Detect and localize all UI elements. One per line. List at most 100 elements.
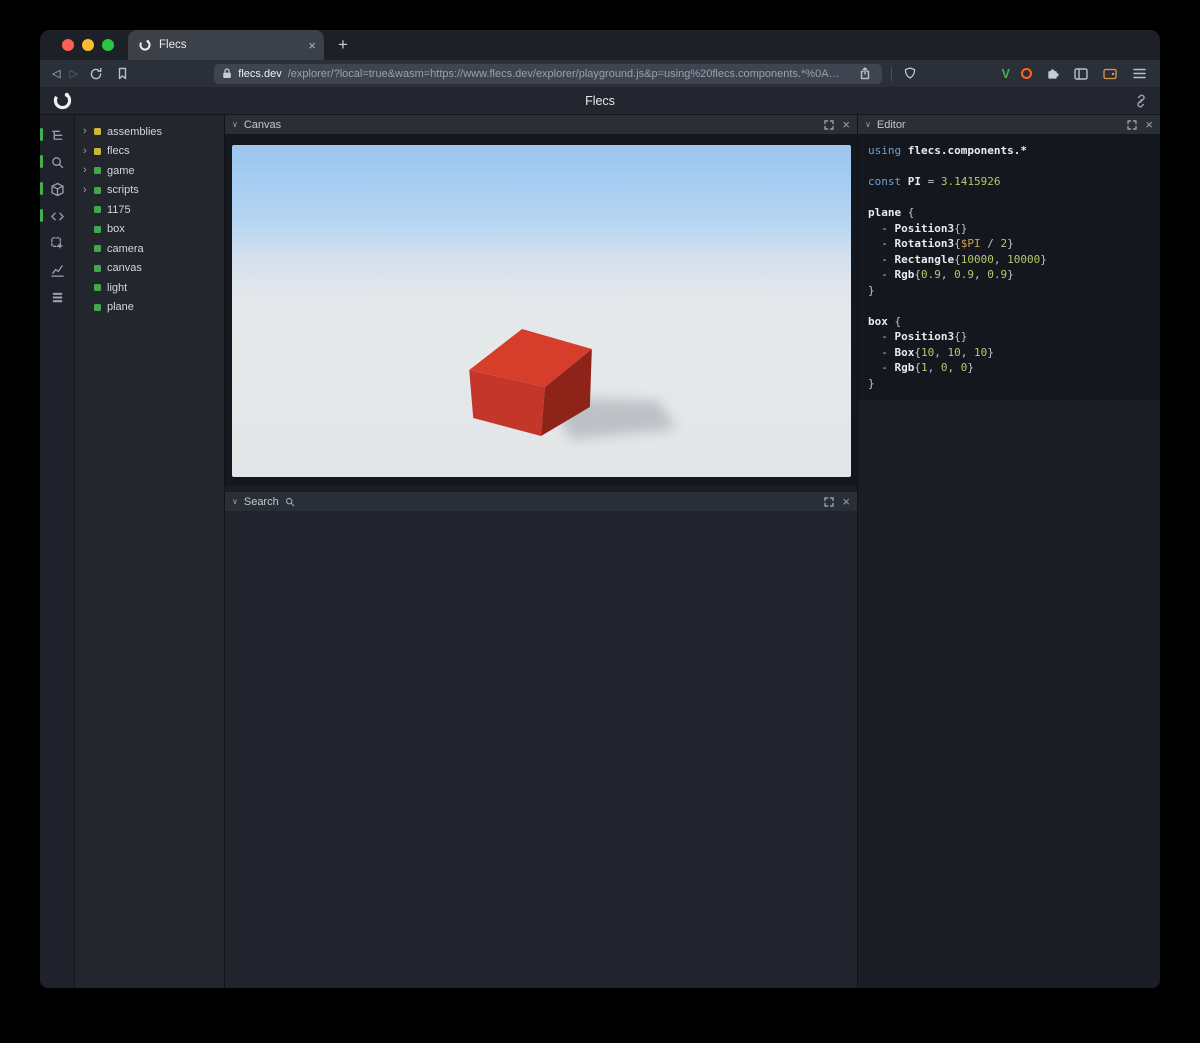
browser-tab[interactable]: Flecs × bbox=[128, 30, 324, 60]
share-link-icon[interactable] bbox=[1134, 94, 1148, 108]
lock-icon bbox=[222, 68, 232, 79]
canvas-panel-header: ∨ Canvas × bbox=[225, 115, 857, 134]
url-path: /explorer/?local=true&wasm=https://www.f… bbox=[287, 67, 840, 80]
tab-bar: Flecs × + bbox=[40, 30, 1160, 60]
extensions-puzzle-icon[interactable] bbox=[1043, 65, 1061, 83]
search-panel-body[interactable] bbox=[225, 511, 857, 988]
app-header: Flecs bbox=[40, 87, 1160, 115]
back-button[interactable]: ◁ bbox=[52, 67, 60, 80]
collapse-chevron-icon[interactable]: ∨ bbox=[865, 120, 871, 129]
tree-item-game[interactable]: › game bbox=[75, 161, 224, 181]
entity-color-dot bbox=[94, 264, 101, 272]
toolbar-divider bbox=[891, 66, 893, 81]
editor-column: ∨ Editor × using flecs.components.* cons… bbox=[857, 115, 1160, 988]
tree-item-plane[interactable]: plane bbox=[75, 298, 224, 318]
browser-window: Flecs × + ◁ ▷ flecs.dev /explorer/?local… bbox=[40, 30, 1160, 988]
code-line: - Rgb{0.9, 0.9, 0.9} bbox=[868, 268, 1014, 281]
sidebar-toggle-icon[interactable] bbox=[1072, 65, 1090, 83]
tab-close-icon[interactable]: × bbox=[308, 39, 316, 52]
close-panel-icon[interactable]: × bbox=[1145, 118, 1153, 131]
tree-item-label: scripts bbox=[107, 184, 139, 197]
code-line: } bbox=[868, 376, 875, 390]
editor-filler bbox=[858, 400, 1160, 988]
tree-item-canvas[interactable]: canvas bbox=[75, 259, 224, 279]
code-line: box { bbox=[868, 314, 902, 328]
cube-icon[interactable] bbox=[40, 177, 74, 201]
expand-chevron-icon[interactable]: › bbox=[83, 126, 92, 137]
tree-item-label: box bbox=[107, 223, 125, 236]
expand-panel-icon[interactable] bbox=[822, 118, 836, 132]
entity-color-dot bbox=[94, 167, 101, 175]
v-extension-icon[interactable]: V bbox=[1002, 67, 1010, 81]
tree-item-scripts[interactable]: › scripts bbox=[75, 181, 224, 201]
tree-item-label: canvas bbox=[107, 262, 142, 275]
expand-chevron-icon[interactable]: › bbox=[83, 145, 92, 157]
code-line: using flecs.components.* bbox=[868, 144, 1027, 157]
url-bar[interactable]: flecs.dev /explorer/?local=true&wasm=htt… bbox=[214, 63, 883, 84]
collapse-chevron-icon[interactable]: ∨ bbox=[232, 120, 238, 129]
close-window-button[interactable] bbox=[62, 39, 74, 51]
entity-color-dot bbox=[94, 284, 101, 292]
forward-button[interactable]: ▷ bbox=[69, 67, 77, 80]
entity-color-dot bbox=[94, 225, 101, 233]
tree-item-light[interactable]: light bbox=[75, 278, 224, 298]
code-line: - Position3{} bbox=[868, 221, 968, 235]
search-magnifier-icon bbox=[285, 495, 296, 509]
main-column: ∨ Canvas × ∨ Search × bbox=[224, 115, 857, 988]
tree-item-box[interactable]: box bbox=[75, 220, 224, 240]
code-line: - Rectangle{10000, 10000} bbox=[868, 252, 1047, 266]
minimize-window-button[interactable] bbox=[82, 39, 94, 51]
code-line: - Rotation3{$PI / 2} bbox=[868, 237, 1014, 250]
brave-shield-icon[interactable] bbox=[901, 65, 919, 83]
search-icon[interactable] bbox=[40, 150, 74, 174]
app-content: › assemblies › flecs › game › scripts 1175 box cam… bbox=[40, 115, 1160, 988]
3d-viewport[interactable] bbox=[232, 145, 851, 477]
tab-favicon-flecs-logo-icon bbox=[138, 38, 152, 52]
entity-tree-panel: › assemblies › flecs › game › scripts 1175 box cam… bbox=[74, 115, 224, 988]
canvas-panel-title: Canvas bbox=[243, 118, 282, 131]
tree-item-label: flecs bbox=[107, 145, 130, 158]
tree-item-label: 1175 bbox=[107, 203, 131, 216]
rewards-icon[interactable] bbox=[1021, 68, 1032, 79]
bookmark-icon[interactable] bbox=[114, 65, 132, 83]
code-editor[interactable]: using flecs.components.* const PI = 3.14… bbox=[858, 134, 1160, 400]
close-panel-icon[interactable]: × bbox=[842, 495, 850, 508]
new-tab-button[interactable]: + bbox=[338, 35, 348, 55]
expand-panel-icon[interactable] bbox=[822, 495, 836, 509]
hierarchy-icon[interactable] bbox=[40, 123, 74, 147]
wallet-icon[interactable] bbox=[1101, 65, 1119, 83]
tree-item-label: game bbox=[107, 164, 135, 177]
expand-panel-icon[interactable] bbox=[1125, 118, 1139, 132]
collapse-chevron-icon[interactable]: ∨ bbox=[232, 497, 238, 506]
left-icon-strip bbox=[40, 115, 74, 988]
tree-item-flecs[interactable]: › flecs bbox=[75, 142, 224, 162]
code-line: } bbox=[868, 283, 875, 297]
code-line: - Position3{} bbox=[868, 330, 968, 343]
entity-color-dot bbox=[94, 186, 101, 194]
code-line: - Box{10, 10, 10} bbox=[868, 345, 994, 359]
tree-item-1175[interactable]: 1175 bbox=[75, 200, 224, 220]
expand-chevron-icon[interactable]: › bbox=[83, 165, 92, 176]
inspect-icon[interactable] bbox=[40, 231, 74, 255]
tree-item-assemblies[interactable]: › assemblies bbox=[75, 122, 224, 142]
tree-item-camera[interactable]: camera bbox=[75, 239, 224, 259]
code-icon[interactable] bbox=[40, 204, 74, 228]
menu-hamburger-icon[interactable] bbox=[1130, 65, 1148, 83]
stack-icon[interactable] bbox=[40, 285, 74, 309]
reload-button[interactable] bbox=[87, 65, 105, 83]
close-panel-icon[interactable]: × bbox=[842, 118, 850, 131]
toolbar-right-cluster: V bbox=[1002, 65, 1148, 83]
entity-color-dot bbox=[94, 147, 101, 155]
zoom-window-button[interactable] bbox=[102, 39, 114, 51]
search-panel-header: ∨ Search × bbox=[225, 492, 857, 511]
desktop: Flecs × + ◁ ▷ flecs.dev /explorer/?local… bbox=[0, 0, 1200, 1043]
expand-chevron-icon[interactable]: › bbox=[83, 184, 92, 196]
entity-color-dot bbox=[94, 206, 101, 214]
page-title: Flecs bbox=[585, 93, 615, 108]
share-icon[interactable] bbox=[856, 65, 874, 83]
chart-icon[interactable] bbox=[40, 258, 74, 282]
search-panel-title: Search bbox=[243, 495, 279, 508]
address-toolbar: ◁ ▷ flecs.dev /explorer/?local=true&wasm… bbox=[40, 60, 1160, 87]
